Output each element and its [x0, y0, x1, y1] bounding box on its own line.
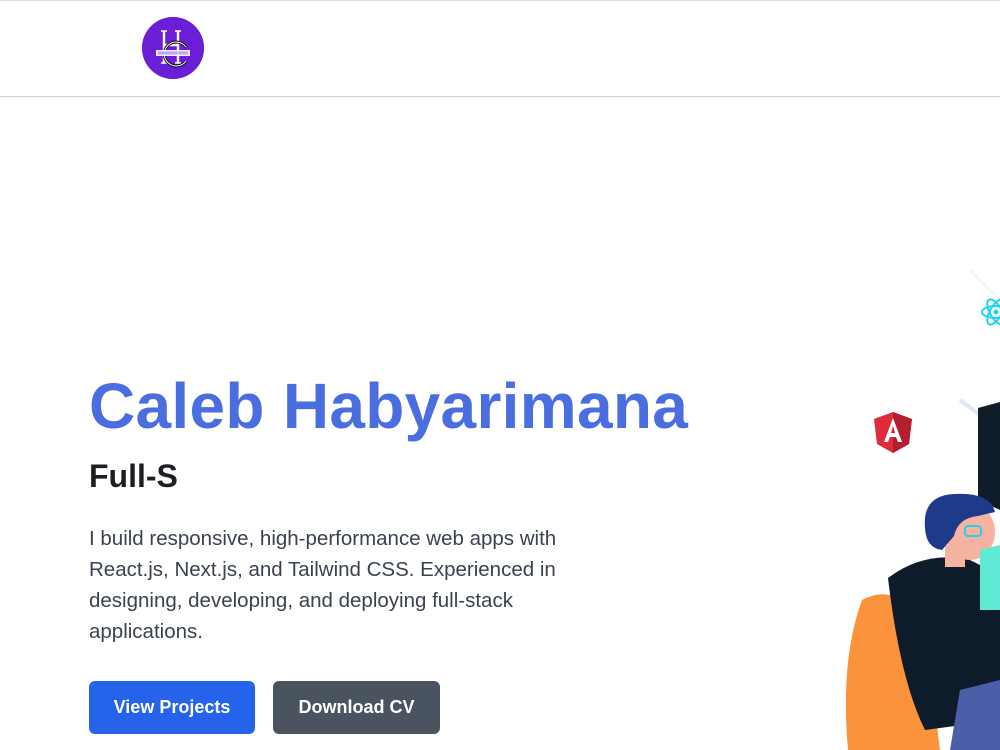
- developer-illustration: [845, 269, 1000, 750]
- hero-description: I build responsive, high-performance web…: [89, 527, 557, 643]
- hc-monogram-icon: [142, 17, 204, 79]
- site-logo[interactable]: [142, 17, 204, 79]
- developer-figure: [845, 493, 1000, 750]
- download-cv-button[interactable]: Download CV: [273, 681, 440, 734]
- angular-icon: [874, 412, 912, 453]
- portfolio-page: Caleb Habyarimana Full-S I build respons…: [0, 0, 1000, 750]
- hero-name: Caleb Habyarimana: [89, 370, 689, 442]
- view-projects-button[interactable]: View Projects: [89, 681, 255, 734]
- hero-role: Full-S: [89, 458, 178, 494]
- react-icon: [981, 298, 1000, 326]
- hero-illustration: [830, 260, 1000, 750]
- navbar: [0, 0, 1000, 97]
